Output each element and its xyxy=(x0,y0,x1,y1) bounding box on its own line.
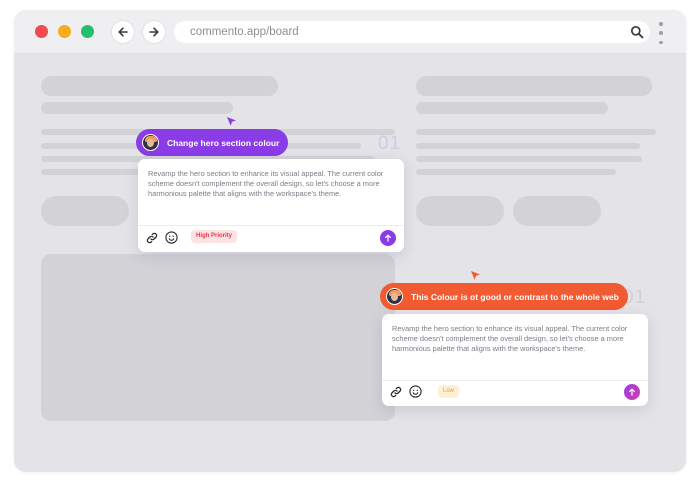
cursor-pointer-icon xyxy=(227,117,236,126)
comment-card: Revamp the hero section to enhance its v… xyxy=(382,314,648,406)
link-icon[interactable] xyxy=(390,386,402,398)
skeleton-image-block xyxy=(41,254,395,421)
comment-body: Revamp the hero section to enhance its v… xyxy=(148,169,384,198)
skeleton-button xyxy=(416,196,504,226)
comment-tag[interactable]: Change hero section colour xyxy=(136,129,289,156)
skeleton-text-line xyxy=(416,129,656,135)
close-window-button[interactable] xyxy=(35,25,48,38)
comment-body: Revamp the hero section to enhance its v… xyxy=(392,324,628,353)
comment-marker-number: 01 xyxy=(378,133,402,154)
comment-tag-label: Change hero section colour xyxy=(167,137,280,148)
skeleton-subheading xyxy=(41,102,233,114)
page-content-placeholder xyxy=(14,54,686,472)
emoji-icon[interactable] xyxy=(165,231,178,244)
skeleton-button xyxy=(41,196,129,226)
send-arrow-icon xyxy=(385,234,391,242)
skeleton-heading xyxy=(416,76,652,96)
priority-badge[interactable]: Low xyxy=(438,385,460,398)
comment-tag-label: This Colour is ot good or contrast to th… xyxy=(411,291,619,302)
cursor-pointer-icon xyxy=(471,271,480,280)
send-button[interactable] xyxy=(624,384,640,400)
arrow-left-icon xyxy=(118,27,128,37)
skeleton-button xyxy=(513,196,601,226)
minimize-window-button[interactable] xyxy=(58,25,71,38)
kebab-menu-icon[interactable] xyxy=(658,22,664,44)
avatar xyxy=(386,288,403,305)
address-bar[interactable]: commento.app/board xyxy=(174,21,650,43)
search-icon[interactable] xyxy=(630,25,644,39)
avatar xyxy=(142,134,159,151)
address-bar-text: commento.app/board xyxy=(190,26,299,38)
emoji-icon[interactable] xyxy=(409,385,422,398)
forward-button[interactable] xyxy=(143,21,165,43)
arrow-right-icon xyxy=(149,27,159,37)
skeleton-text-line xyxy=(416,143,640,149)
send-button[interactable] xyxy=(380,230,396,246)
maximize-window-button[interactable] xyxy=(81,25,94,38)
skeleton-heading xyxy=(41,76,278,96)
send-arrow-icon xyxy=(629,388,635,396)
skeleton-subheading xyxy=(416,102,608,114)
comment-card-divider xyxy=(138,225,404,226)
skeleton-text-line xyxy=(416,169,616,175)
browser-toolbar: commento.app/board xyxy=(14,10,686,54)
back-button[interactable] xyxy=(112,21,134,43)
comment-card-divider xyxy=(382,380,648,381)
priority-badge[interactable]: High Priority xyxy=(191,230,238,243)
comment-tag[interactable]: This Colour is ot good or contrast to th… xyxy=(380,283,628,310)
link-icon[interactable] xyxy=(146,232,158,244)
comment-card: Revamp the hero section to enhance its v… xyxy=(138,159,404,252)
skeleton-text-line xyxy=(416,156,642,162)
